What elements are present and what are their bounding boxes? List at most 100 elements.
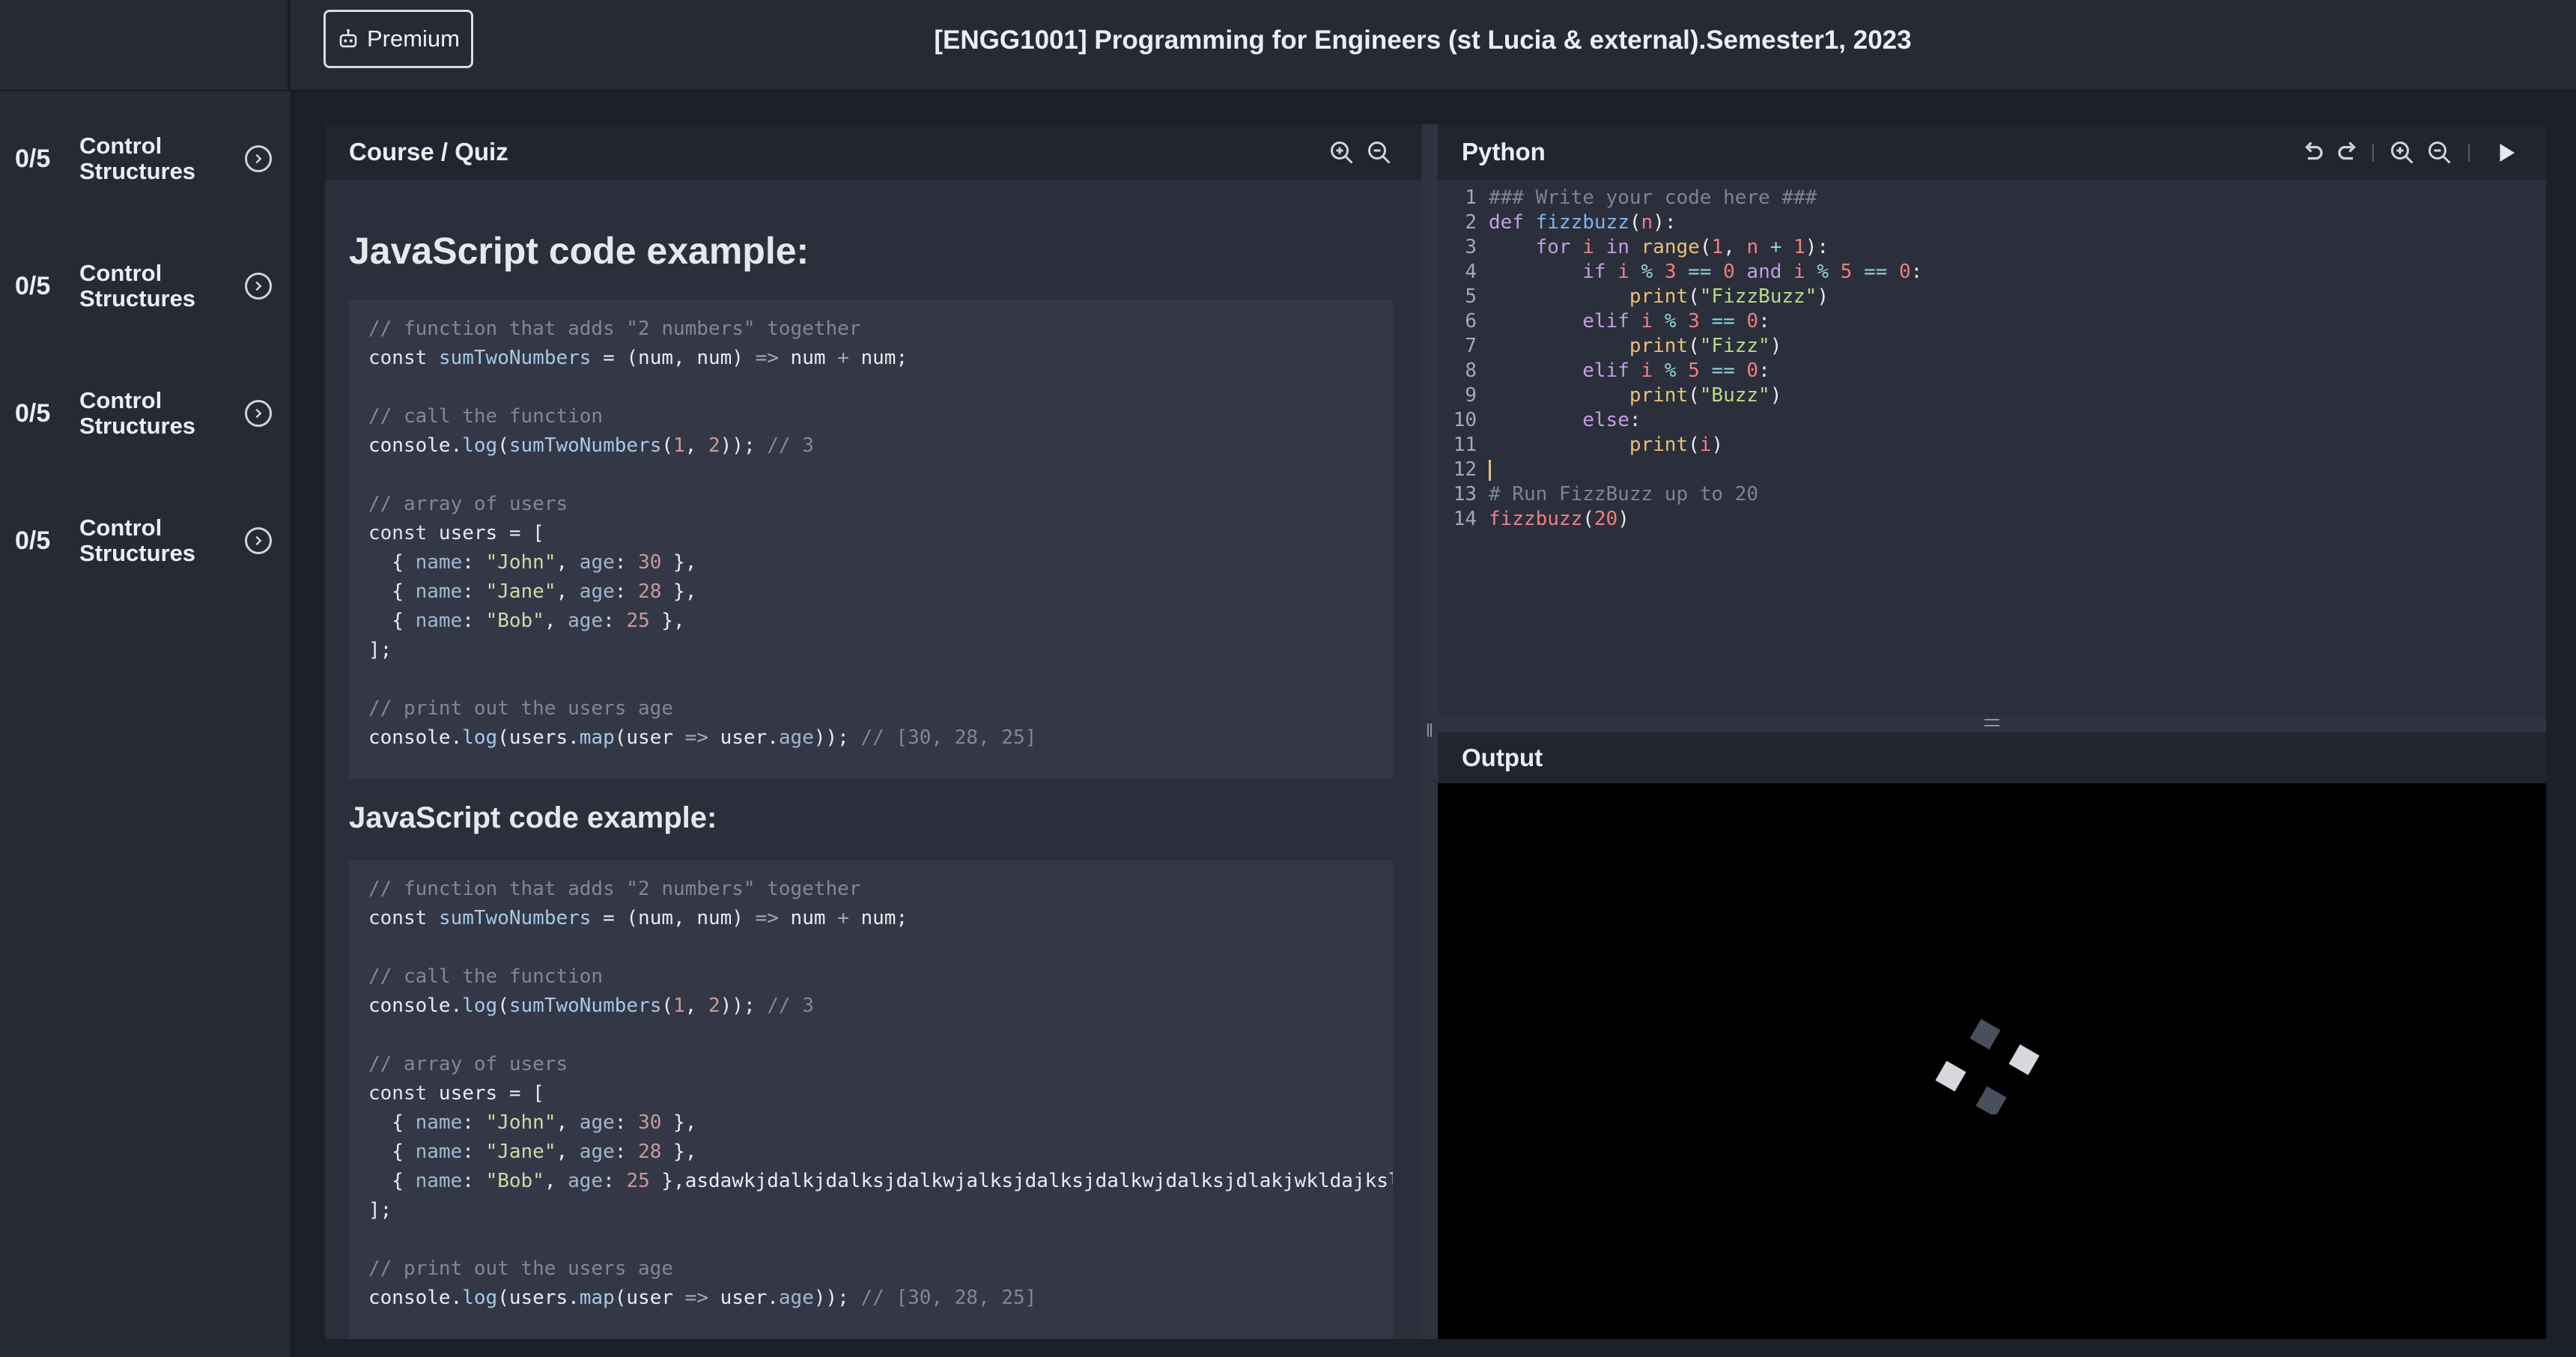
code-line: // array of users: [368, 493, 568, 515]
sidebar-item-score: 0/5: [15, 398, 51, 428]
code-line: console.log(sumTwoNumbers(1, 2)); // 3: [368, 434, 814, 457]
line-number: 2: [1465, 211, 1477, 234]
vertical-resize-handle[interactable]: [1421, 124, 1438, 1339]
course-panel-header: Course / Quiz: [325, 124, 1421, 180]
code-line: console.log(users.map(user => user.age))…: [368, 1287, 1037, 1309]
code-line: const users = [: [368, 522, 544, 544]
chevron-right-circle-icon[interactable]: [245, 527, 272, 554]
line-code: else:: [1582, 409, 1641, 431]
course-quiz-panel: Course / Quiz JavaScript code example: /…: [325, 124, 1421, 1339]
code-line: ];: [368, 639, 392, 661]
line-number: 5: [1465, 285, 1477, 308]
grip-icon: [1427, 723, 1432, 737]
code-line: { name: "John", age: 30 },: [368, 1111, 697, 1134]
line-number: 3: [1465, 236, 1477, 258]
editor-line[interactable]: 2 def fizzbuzz(n):: [1438, 210, 2546, 235]
sidebar-item-score: 0/5: [15, 526, 51, 555]
line-code: for i in range(1, n + 1):: [1535, 236, 1829, 258]
output-title: Output: [1462, 744, 1543, 771]
code-line: // function that adds "2 numbers" togeth…: [368, 878, 861, 900]
editor-line[interactable]: 8 elif i % 5 == 0:: [1438, 359, 2546, 383]
line-code: elif i % 3 == 0:: [1582, 310, 1770, 333]
sidebar-item-label: Control Structures: [79, 387, 196, 439]
editor-line[interactable]: 5 print("FizzBuzz"): [1438, 285, 2546, 309]
line-number: 6: [1465, 310, 1477, 333]
course-title: [ENGG1001] Programming for Engineers (st…: [934, 25, 1912, 55]
sidebar-item-label: Control Structures: [79, 260, 196, 312]
sidebar-item-label: Control Structures: [79, 133, 196, 184]
grip-icon: [1984, 719, 1999, 726]
code-line: const sumTwoNumbers = (num, num) => num …: [368, 907, 908, 929]
code-line: { name: "Bob", age: 25 },: [368, 610, 685, 632]
line-number: 1: [1465, 186, 1477, 209]
line-code: [1489, 458, 1491, 482]
line-number: 12: [1453, 458, 1477, 481]
undo-icon[interactable]: [2299, 139, 2326, 166]
toolbar-separator: [2372, 144, 2374, 162]
code-line: // print out the users age: [368, 697, 673, 720]
code-editor[interactable]: 1 ### Write your code here ### 2 def fizzbu…: [1438, 180, 2546, 704]
code-line: ];: [368, 1199, 392, 1221]
editor-line[interactable]: 14 fizzbuzz(20): [1438, 507, 2546, 532]
zoom-in-icon[interactable]: [1328, 139, 1355, 166]
line-number: 14: [1453, 508, 1477, 530]
sidebar-item-control-structures[interactable]: 0/5 Control Structures: [0, 241, 291, 331]
editor-line[interactable]: 12: [1438, 458, 2546, 482]
sidebar-item-score: 0/5: [15, 144, 51, 173]
line-code: print("Fizz"): [1629, 335, 1782, 357]
sidebar-item-control-structures[interactable]: 0/5 Control Structures: [0, 114, 291, 204]
chevron-right-circle-icon[interactable]: [245, 273, 272, 300]
premium-button[interactable]: Premium: [323, 10, 473, 68]
sidebar-item-control-structures[interactable]: 0/5 Control Structures: [0, 368, 291, 458]
editor-line[interactable]: 11 print(i): [1438, 433, 2546, 458]
line-code: elif i % 5 == 0:: [1582, 359, 1770, 382]
editor-line[interactable]: 4 if i % 3 == 0 and i % 5 == 0:: [1438, 260, 2546, 285]
code-line: { name: "Jane", age: 28 },: [368, 1141, 697, 1163]
editor-title: Python: [1462, 138, 1546, 166]
sidebar-item-label: Control Structures: [79, 514, 196, 566]
output-header: Output: [1438, 732, 2546, 783]
chevron-right-circle-icon[interactable]: [245, 400, 272, 427]
redo-icon[interactable]: [2335, 139, 2362, 166]
sidebar-item-control-structures[interactable]: 0/5 Control Structures: [0, 496, 291, 586]
text-cursor: [1489, 459, 1491, 481]
sidebar-item-score: 0/5: [15, 271, 51, 300]
line-code: print("Buzz"): [1629, 384, 1782, 407]
code-line: console.log(sumTwoNumbers(1, 2)); // 3: [368, 995, 814, 1017]
top-bar: Premium [ENGG1001] Programming for Engin…: [0, 0, 2576, 91]
editor-line[interactable]: 3 for i in range(1, n + 1):: [1438, 235, 2546, 260]
zoom-out-icon[interactable]: [1366, 139, 1393, 166]
editor-line[interactable]: 13 # Run FizzBuzz up to 20: [1438, 482, 2546, 507]
line-code: def fizzbuzz(n):: [1489, 211, 1677, 234]
output-panel: Output: [1438, 732, 2546, 1339]
code-line: // array of users: [368, 1053, 568, 1075]
line-code: ### Write your code here ###: [1489, 186, 1817, 209]
editor-line[interactable]: 10 else:: [1438, 408, 2546, 433]
robot-icon: [339, 28, 357, 48]
code-line: { name: "John", age: 30 },: [368, 551, 697, 574]
code-line: const users = [: [368, 1082, 544, 1105]
zoom-in-icon[interactable]: [2389, 139, 2416, 166]
code-line: // call the function: [368, 965, 604, 988]
editor-line[interactable]: 6 elif i % 3 == 0:: [1438, 309, 2546, 334]
run-icon[interactable]: [2492, 139, 2519, 166]
editor-line[interactable]: 7 print("Fizz"): [1438, 334, 2546, 359]
breadcrumb: Course / Quiz: [349, 138, 508, 166]
line-number: 7: [1465, 335, 1477, 357]
editor-line[interactable]: 1 ### Write your code here ###: [1438, 186, 2546, 210]
editor-line[interactable]: 9 print("Buzz"): [1438, 383, 2546, 408]
chevron-right-circle-icon[interactable]: [245, 145, 272, 172]
line-number: 10: [1453, 409, 1477, 431]
code-line: // function that adds "2 numbers" togeth…: [368, 318, 861, 340]
zoom-out-icon[interactable]: [2426, 139, 2453, 166]
horizontal-resize-handle[interactable]: [1438, 716, 2546, 732]
sidebar: 0/5 Control Structures 0/5 Control Struc…: [0, 91, 294, 1357]
section-subheading: JavaScript code example:: [349, 801, 717, 834]
toolbar-separator: [2468, 144, 2470, 162]
